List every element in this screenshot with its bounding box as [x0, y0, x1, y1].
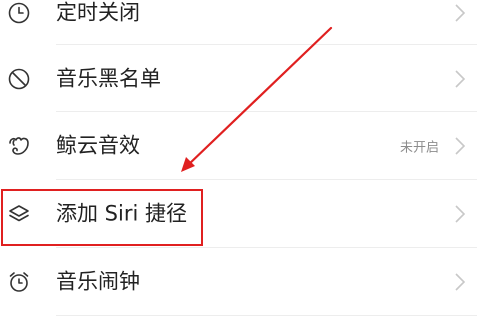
block-icon: [6, 66, 32, 92]
settings-item-label: 音乐黑名单: [56, 66, 161, 90]
settings-item-sound-effect[interactable]: 鲸云音效 未开启: [0, 112, 477, 179]
settings-item-sleep-timer[interactable]: 定时关闭: [0, 0, 477, 46]
clock-icon: [6, 0, 32, 26]
settings-item-label: 添加 Siri 捷径: [56, 201, 187, 225]
settings-item-music-blacklist[interactable]: 音乐黑名单: [0, 45, 477, 112]
alarm-clock-icon: [6, 269, 32, 295]
settings-item-label: 鲸云音效: [56, 133, 140, 157]
settings-list: 定时关闭 音乐黑名单 鲸云音效 未开启 添加 Siri 捷径 音乐闹钟: [0, 0, 477, 328]
settings-item-label: 定时关闭: [56, 0, 140, 24]
status-text: 未开启: [399, 140, 439, 155]
divider: [56, 315, 477, 316]
chevron-right-icon: [453, 204, 467, 224]
chevron-right-icon: [453, 136, 467, 156]
whale-icon: [6, 133, 32, 159]
settings-item-label: 音乐闹钟: [56, 269, 140, 293]
chevron-right-icon: [453, 272, 467, 292]
chevron-right-icon: [453, 3, 467, 23]
settings-item-add-siri-shortcut[interactable]: 添加 Siri 捷径: [0, 180, 477, 247]
chevron-right-icon: [453, 69, 467, 89]
layers-icon: [6, 201, 32, 227]
settings-item-music-alarm[interactable]: 音乐闹钟: [0, 248, 477, 315]
